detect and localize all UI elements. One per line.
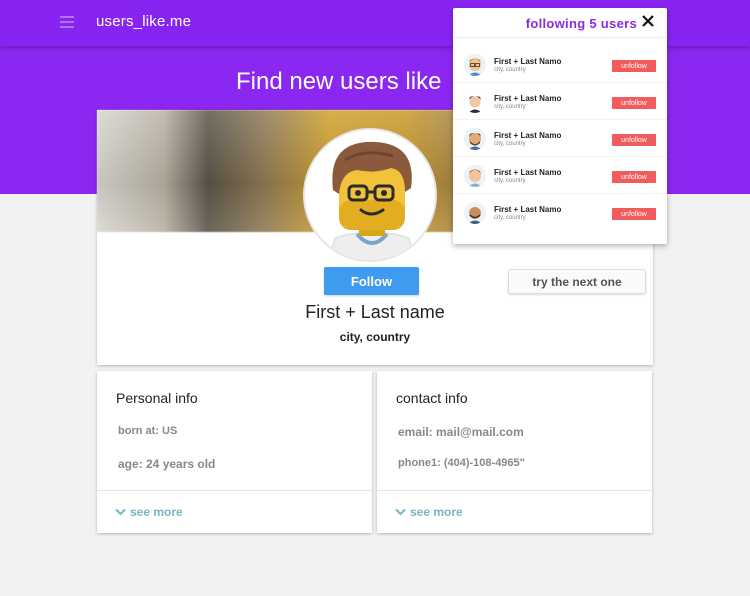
try-next-button[interactable]: try the next one xyxy=(508,269,646,294)
unfollow-button[interactable]: unfollow xyxy=(612,208,656,220)
following-dropdown: following 5 users First + Last Namo city… xyxy=(453,8,667,244)
glasses-man-icon xyxy=(464,54,486,76)
unfollow-button[interactable]: unfollow xyxy=(612,60,656,72)
lego-avatar-icon xyxy=(305,130,435,260)
brand-link[interactable]: users_like.me xyxy=(96,13,191,30)
following-row: First + Last Namo city, country unfollow xyxy=(453,157,667,194)
beard-man-icon xyxy=(464,128,486,150)
unfollow-button[interactable]: unfollow xyxy=(612,97,656,109)
chevron-down-icon xyxy=(115,508,126,516)
following-name: First + Last Namo xyxy=(494,205,562,214)
following-location: city, country xyxy=(494,141,526,147)
see-more-label: see more xyxy=(130,505,183,519)
close-icon[interactable] xyxy=(641,14,655,28)
menu-icon[interactable] xyxy=(60,16,74,28)
divider xyxy=(97,490,372,491)
following-name: First + Last Namo xyxy=(494,57,562,66)
avatar xyxy=(303,128,437,262)
contact-info-title: contact info xyxy=(396,390,468,406)
following-header: following 5 users xyxy=(453,8,667,38)
follow-button[interactable]: Follow xyxy=(324,267,419,295)
following-location: city, country xyxy=(494,104,526,110)
bald-man-icon xyxy=(464,202,486,224)
following-name: First + Last Namo xyxy=(494,168,562,177)
phone-text: phone1: (404)-108-4965" xyxy=(398,457,525,469)
following-row: First + Last Namo city, country unfollow xyxy=(453,83,667,120)
unfollow-button[interactable]: unfollow xyxy=(612,171,656,183)
following-row: First + Last Namo city, country unfollow xyxy=(453,194,667,231)
email-text: email: mail@mail.com xyxy=(398,425,524,439)
following-location: city, country xyxy=(494,178,526,184)
contact-see-more-link[interactable]: see more xyxy=(395,505,463,519)
personal-info-card: Personal info born at: US age: 24 years … xyxy=(97,371,372,533)
personal-see-more-link[interactable]: see more xyxy=(115,505,183,519)
following-location: city, country xyxy=(494,67,526,73)
profile-location: city, country xyxy=(339,330,411,344)
age-text: age: 24 years old xyxy=(118,457,216,471)
page-title: Find new users like xyxy=(236,68,442,95)
dark-hair-man-icon xyxy=(464,91,486,113)
see-more-label: see more xyxy=(410,505,463,519)
following-name: First + Last Namo xyxy=(494,94,562,103)
following-row: First + Last Namo city, country unfollow xyxy=(453,120,667,157)
born-at-text: born at: US xyxy=(118,425,178,437)
divider xyxy=(377,490,652,491)
contact-info-card: contact info email: mail@mail.com phone1… xyxy=(377,371,652,533)
following-title: following 5 users xyxy=(525,16,637,31)
red-hair-man-icon xyxy=(464,165,486,187)
following-location: city, country xyxy=(494,215,526,221)
chevron-down-icon xyxy=(395,508,406,516)
following-row: First + Last Namo city, country unfollow xyxy=(453,46,667,83)
profile-name: First + Last name xyxy=(305,302,445,322)
unfollow-button[interactable]: unfollow xyxy=(612,134,656,146)
personal-info-title: Personal info xyxy=(116,390,198,406)
following-name: First + Last Namo xyxy=(494,131,562,140)
